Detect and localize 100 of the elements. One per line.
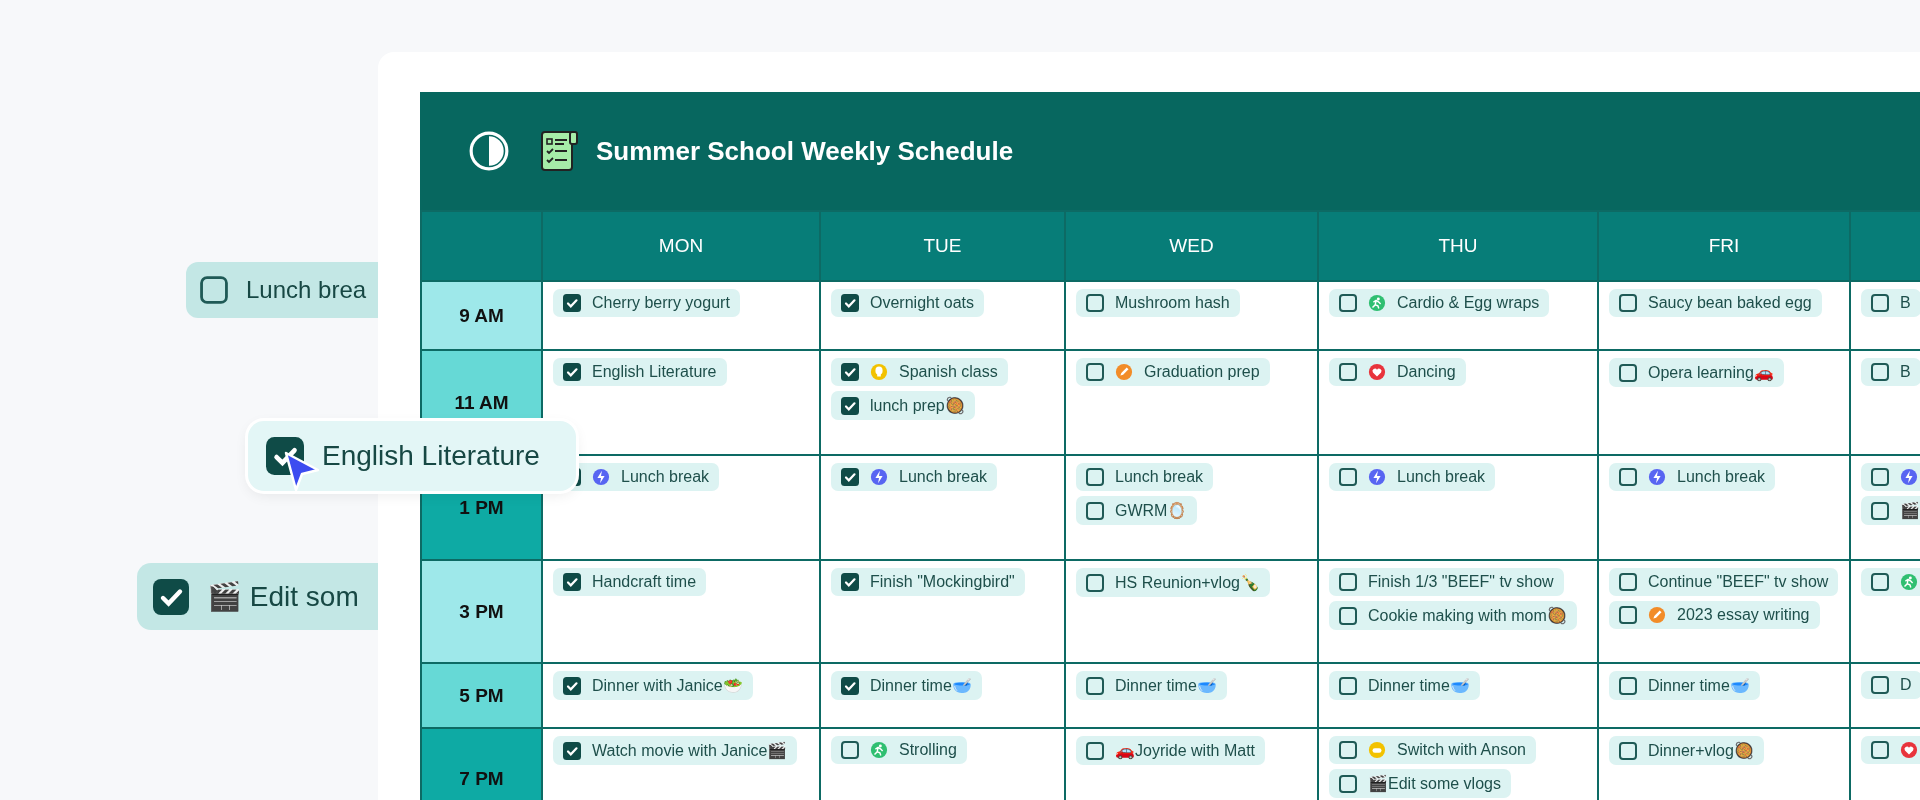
time-cell: 7 PM [422,729,541,800]
checkbox[interactable] [563,294,581,312]
checklist-icon [540,129,580,173]
checkbox[interactable] [1871,468,1889,486]
task-chip[interactable]: Dinner with Janice🥗 [553,671,753,700]
checkbox[interactable] [1871,363,1889,381]
checkbox[interactable] [1086,676,1104,695]
checkbox[interactable] [1339,774,1357,793]
task-chip[interactable]: Cookie making with mom🥘 [1329,601,1577,630]
checkbox[interactable] [1086,573,1104,592]
task-chip[interactable]: Cardio & Egg wraps [1329,289,1550,317]
checkbox[interactable] [1619,363,1637,382]
checkbox[interactable] [841,468,859,486]
task-chip[interactable]: Strolling [831,736,967,764]
task-chip[interactable]: Lunch break [1609,463,1776,491]
checkbox[interactable] [841,294,859,312]
dragged-task-chip[interactable]: 🎬 Edit som [137,563,378,630]
task-chip[interactable]: Dinner time🥣 [1329,671,1480,700]
task-chip[interactable]: HS Reunion+vlog🍾 [1076,568,1270,597]
task-chip[interactable]: Dinner time🥣 [1609,671,1760,700]
task-chip[interactable]: Mushroom hash [1076,289,1240,317]
task-chip[interactable]: 🎬Edit some vlogs [1329,769,1511,798]
task-chip[interactable]: Lunch break [1076,463,1214,491]
lightning-icon [1900,468,1918,486]
task-chip[interactable]: Dinner time🥣 [1076,671,1227,700]
checkbox[interactable] [563,676,581,695]
task-chip[interactable]: lunch prep🥘 [831,391,975,420]
checkbox[interactable] [1871,741,1889,759]
running-figure-icon [870,741,888,759]
task-chip[interactable]: Spanish class [831,358,1008,386]
checkbox[interactable] [1086,294,1104,312]
checkbox[interactable] [1871,573,1889,591]
task-chip[interactable]: Watch movie with Janice🎬 [553,736,798,765]
lightning-icon [870,468,888,486]
running-figure-icon [1900,573,1918,591]
checkbox[interactable] [1619,606,1637,624]
checkbox[interactable] [1619,676,1637,695]
checkbox[interactable] [841,573,859,591]
checkbox[interactable] [1619,573,1637,591]
day-header: FRI [1599,212,1849,280]
task-chip[interactable]: B [1861,358,1920,386]
checkbox[interactable] [1339,468,1357,486]
task-chip[interactable]: Switch with Anson [1329,736,1536,764]
checkbox[interactable] [841,741,859,759]
time-cell: 3 PM [422,561,541,662]
checkbox[interactable] [1339,741,1357,759]
task-chip[interactable]: Dinner time🥣 [831,671,982,700]
task-chip[interactable]: 🎬 [1861,496,1920,525]
task-chip[interactable]: Opera learning🚗 [1609,358,1784,387]
task-chip[interactable]: Lunch break [1329,463,1496,491]
checkbox[interactable] [563,363,581,381]
checkbox[interactable] [1339,573,1357,591]
checkbox[interactable] [1871,676,1889,694]
lightbulb-icon [870,363,888,381]
task-chip[interactable]: Overnight oats [831,289,985,317]
drag-preview-tooltip[interactable]: English Literature [248,421,576,491]
task-chip[interactable]: 🚗Joyride with Matt [1076,736,1266,765]
checkbox[interactable] [1086,363,1104,381]
checkbox[interactable] [200,276,228,304]
task-chip[interactable]: English Literature [553,358,727,386]
checkbox[interactable] [841,676,859,695]
dragged-task-chip[interactable]: Lunch brea [186,262,378,318]
checkbox[interactable] [841,363,859,381]
task-chip[interactable] [1861,463,1920,491]
checkbox[interactable] [841,396,859,415]
checkbox[interactable] [1871,294,1889,312]
checkbox[interactable] [1871,501,1889,520]
task-chip[interactable]: Graduation prep [1076,358,1270,386]
checkbox[interactable] [153,578,189,615]
task-chip[interactable]: Finish 1/3 "BEEF" tv show [1329,568,1564,596]
checkbox[interactable] [563,741,581,760]
checkbox[interactable] [1086,468,1104,486]
running-figure-icon [1368,294,1386,312]
task-chip[interactable]: 2023 essay writing [1609,601,1820,629]
checkbox[interactable] [1339,606,1357,625]
task-chip[interactable]: Handcraft time [553,568,707,596]
task-chip[interactable] [1861,568,1920,596]
task-chip[interactable]: B [1861,289,1920,317]
task-chip[interactable]: Finish "Mockingbird" [831,568,1025,596]
task-chip[interactable]: Cherry berry yogurt [553,289,740,317]
checkbox[interactable] [1339,363,1357,381]
task-chip[interactable]: Lunch break [831,463,998,491]
checkbox[interactable] [1086,501,1104,520]
task-chip[interactable]: Continue "BEEF" tv show [1609,568,1839,596]
task-chip[interactable]: D [1861,671,1920,699]
lightning-icon [592,468,610,486]
checkbox[interactable] [1619,741,1637,760]
checkbox[interactable] [563,573,581,591]
checkbox[interactable] [1086,741,1104,760]
checkbox[interactable] [1619,294,1637,312]
task-chip[interactable]: GWRM🪞 [1076,496,1198,525]
task-chip[interactable]: Saucy bean baked egg [1609,289,1822,317]
task-chip[interactable]: Dancing [1329,358,1466,386]
pointer-cursor-icon [282,450,322,494]
checkbox[interactable] [1619,468,1637,486]
task-chip[interactable] [1861,736,1920,764]
task-chip[interactable]: Dinner+vlog🥘 [1609,736,1764,765]
half-circle-icon[interactable] [468,130,510,172]
checkbox[interactable] [1339,676,1357,695]
checkbox[interactable] [1339,294,1357,312]
